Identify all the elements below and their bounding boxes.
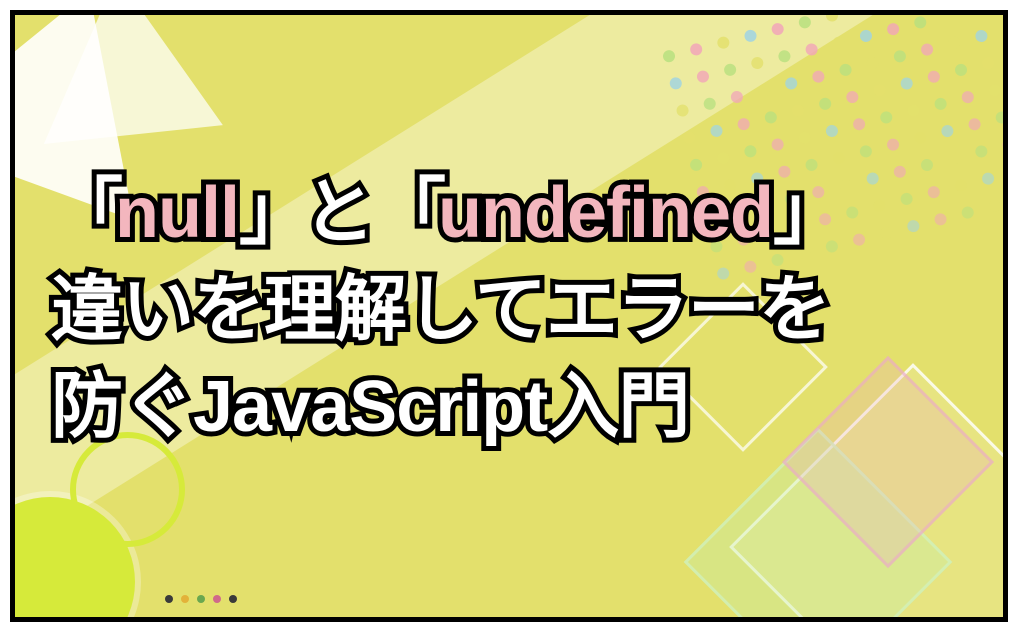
keyword-null: null: [115, 173, 239, 253]
headline: 「null」と「undefined」 違いを理解してエラーを 防ぐJavaScr…: [51, 165, 983, 457]
keyword-undefined: undefined: [438, 173, 773, 253]
bracket-open: 「: [51, 173, 115, 253]
headline-line-2: 違いを理解してエラーを: [51, 262, 983, 359]
triangle-decoration: [27, 10, 223, 144]
thumbnail-card: 「null」と「undefined」 違いを理解してエラーを 防ぐJavaScr…: [10, 10, 1008, 622]
headline-line-1: 「null」と「undefined」: [51, 165, 983, 262]
bracket-close: 」: [773, 173, 837, 253]
small-dots-decoration: [165, 595, 237, 603]
bracket-open: 「: [374, 173, 438, 253]
headline-conjunction: と: [303, 173, 374, 253]
bracket-close: 」: [239, 173, 303, 253]
headline-line-3: 防ぐJavaScript入門: [51, 359, 983, 456]
